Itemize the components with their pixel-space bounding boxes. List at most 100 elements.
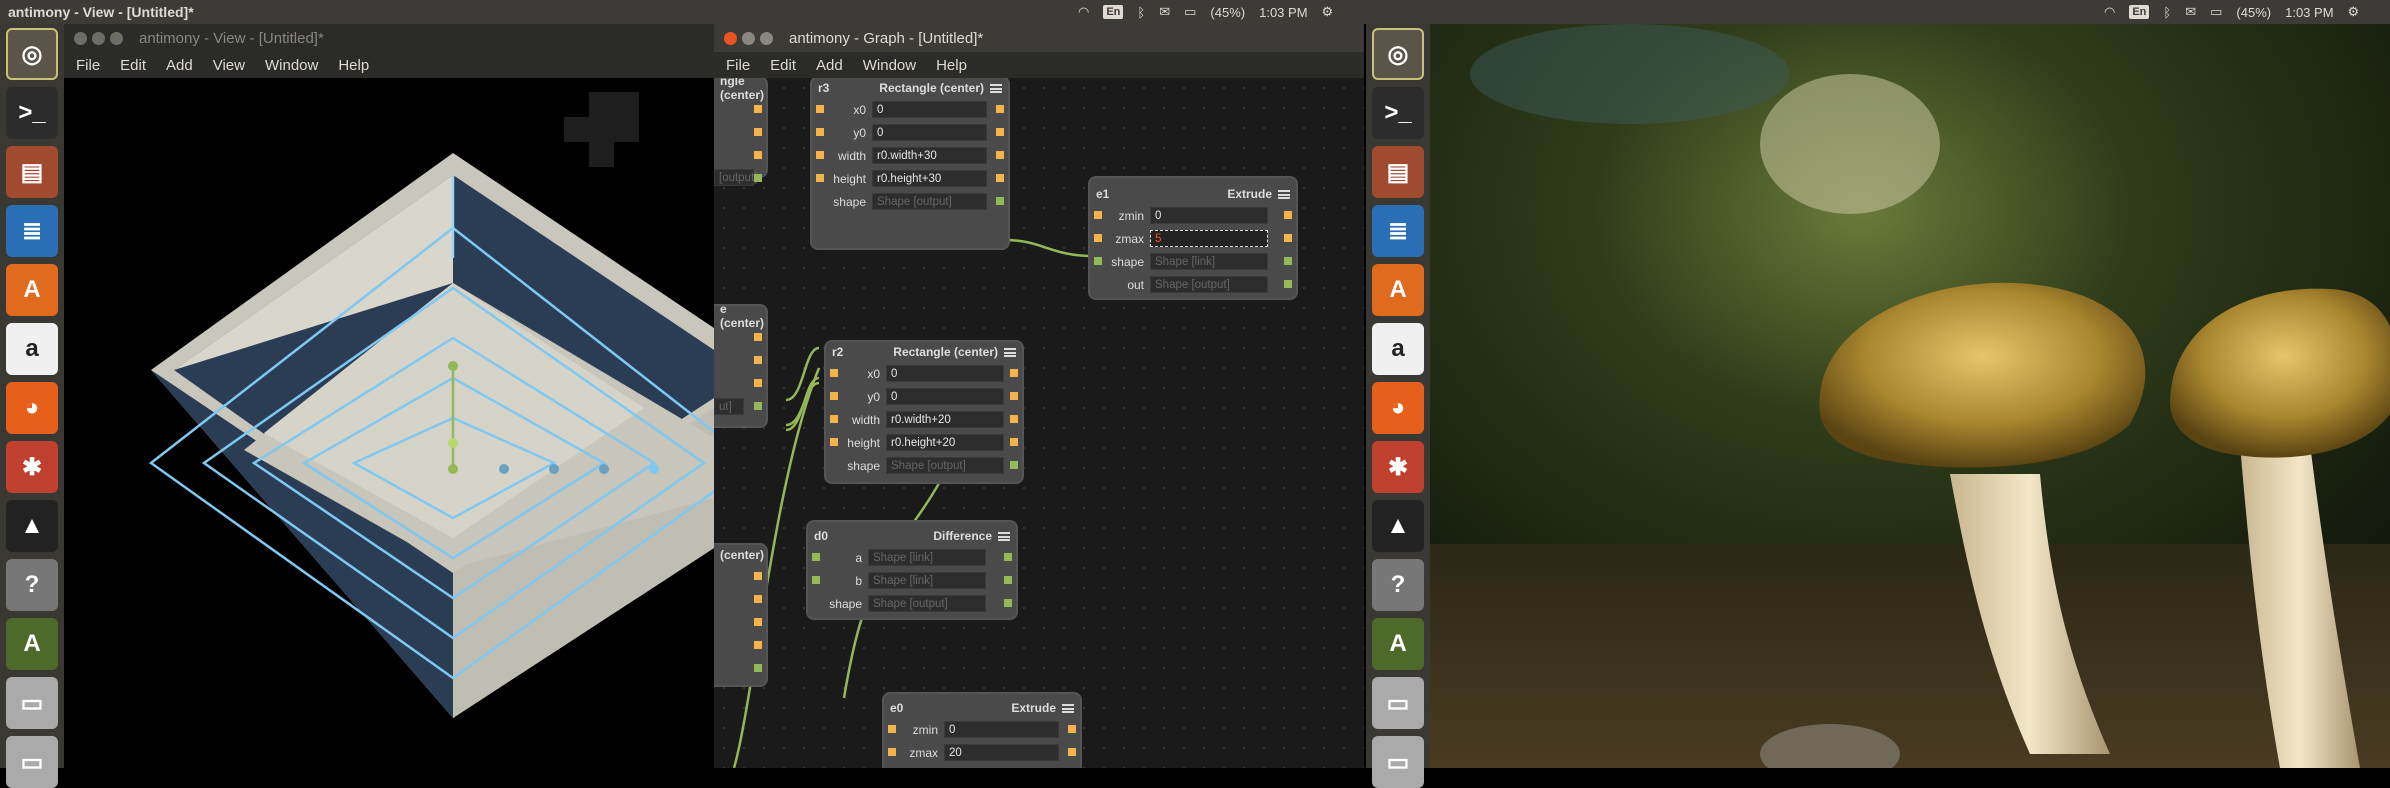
bluetooth-icon[interactable]: ᛒ: [2163, 5, 2171, 20]
antimony-icon[interactable]: A: [1372, 618, 1424, 670]
shape-input-pin[interactable]: [1094, 257, 1102, 265]
help-icon[interactable]: ?: [6, 559, 58, 611]
shape-input-pin[interactable]: [812, 553, 820, 561]
bluetooth-icon[interactable]: ᛒ: [1137, 5, 1145, 20]
node-e1-extrude[interactable]: e1 Extrude zmin 0 zmax 5 shape Shape [link] …: [1090, 178, 1296, 298]
shape-output-pin[interactable]: [1004, 599, 1012, 607]
node-partial-rect-c[interactable]: (center): [714, 545, 766, 685]
menu-file[interactable]: File: [76, 57, 100, 74]
node-menu-icon[interactable]: [1062, 703, 1074, 713]
input-pin[interactable]: [830, 369, 838, 377]
node-r3-rectangle[interactable]: r3 Rectangle (center) x0 0 y0 0 width r0.wid…: [812, 78, 1008, 248]
shape-output-pin[interactable]: [754, 402, 762, 410]
output-pin[interactable]: [1010, 392, 1018, 400]
output-pin[interactable]: [754, 595, 762, 603]
maximize-icon[interactable]: [110, 31, 123, 45]
shape-output-pin[interactable]: [1284, 257, 1292, 265]
view-axis-cube-icon[interactable]: [564, 92, 639, 167]
ubuntu-dash-icon[interactable]: ◎: [6, 28, 58, 80]
output-pin[interactable]: [1010, 415, 1018, 423]
gear-icon[interactable]: ⚙: [2348, 4, 2360, 20]
output-pin[interactable]: [1010, 369, 1018, 377]
menu-view[interactable]: View: [213, 57, 245, 74]
shape-output-pin[interactable]: [1004, 553, 1012, 561]
writer-icon[interactable]: ≣: [1372, 205, 1424, 257]
terminal-icon[interactable]: >_: [6, 87, 58, 139]
amazon-icon[interactable]: a: [1372, 323, 1424, 375]
input-pin[interactable]: [816, 174, 824, 182]
shape-output-pin[interactable]: [1004, 576, 1012, 584]
writer-icon[interactable]: ≣: [6, 205, 58, 257]
output-pin[interactable]: [1010, 438, 1018, 446]
wifi-icon[interactable]: ◠: [2104, 4, 2115, 20]
input-pin[interactable]: [1094, 234, 1102, 242]
shape-output-pin[interactable]: [1284, 280, 1292, 288]
firefox-icon[interactable]: ◕: [1372, 382, 1424, 434]
output-pin[interactable]: [996, 151, 1004, 159]
firefox-icon[interactable]: ◕: [6, 382, 58, 434]
software-center-icon[interactable]: A: [6, 264, 58, 316]
battery-percentage[interactable]: (45%): [2236, 5, 2271, 20]
node-menu-icon[interactable]: [998, 531, 1010, 541]
input-pin[interactable]: [888, 725, 896, 733]
node-graph-canvas[interactable]: ngle (center) [output] r3 Rectangle (cent…: [714, 78, 1364, 768]
input-pin[interactable]: [1094, 211, 1102, 219]
input-pin[interactable]: [830, 415, 838, 423]
terminal-icon[interactable]: >_: [1372, 87, 1424, 139]
inkscape-icon[interactable]: ▲: [1372, 500, 1424, 552]
drive-icon[interactable]: ▭: [6, 677, 58, 729]
inkscape-icon[interactable]: ▲: [6, 500, 58, 552]
menu-window[interactable]: Window: [863, 57, 916, 74]
settings-icon[interactable]: ✱: [1372, 441, 1424, 493]
antimony-icon[interactable]: A: [6, 618, 58, 670]
keyboard-layout-indicator[interactable]: En: [1103, 5, 1124, 19]
width-field[interactable]: r0.width+20: [886, 411, 1004, 428]
menu-help[interactable]: Help: [338, 57, 369, 74]
battery-icon[interactable]: ▭: [1184, 4, 1196, 20]
input-pin[interactable]: [816, 151, 824, 159]
input-pin[interactable]: [830, 438, 838, 446]
help-icon[interactable]: ?: [1372, 559, 1424, 611]
view-window-titlebar[interactable]: antimony - View - [Untitled]*: [64, 24, 714, 52]
shape-output-pin[interactable]: [1010, 461, 1018, 469]
close-icon[interactable]: [724, 31, 737, 45]
node-partial-rect-b[interactable]: e (center) ut]: [714, 302, 766, 426]
input-pin[interactable]: [888, 748, 896, 756]
zmin-field[interactable]: 0: [1150, 207, 1268, 224]
files-icon[interactable]: ▤: [6, 146, 58, 198]
settings-icon[interactable]: ✱: [6, 441, 58, 493]
wifi-icon[interactable]: ◠: [1078, 4, 1089, 20]
shape-output-pin[interactable]: [754, 174, 762, 182]
x0-field[interactable]: 0: [886, 365, 1004, 382]
menu-help[interactable]: Help: [936, 57, 967, 74]
output-pin[interactable]: [996, 128, 1004, 136]
node-menu-icon[interactable]: [1004, 347, 1016, 357]
output-pin[interactable]: [1284, 211, 1292, 219]
output-pin[interactable]: [754, 641, 762, 649]
width-field[interactable]: r0.width+30: [872, 147, 987, 164]
output-pin[interactable]: [754, 105, 762, 113]
output-pin[interactable]: [754, 379, 762, 387]
output-pin[interactable]: [754, 356, 762, 364]
menu-add[interactable]: Add: [166, 57, 193, 74]
input-pin[interactable]: [816, 128, 824, 136]
clock[interactable]: 1:03 PM: [1259, 5, 1307, 20]
output-pin[interactable]: [1068, 748, 1076, 756]
output-pin[interactable]: [996, 174, 1004, 182]
output-pin[interactable]: [754, 618, 762, 626]
gear-icon[interactable]: ⚙: [1322, 4, 1334, 20]
amazon-icon[interactable]: a: [6, 323, 58, 375]
output-pin[interactable]: [754, 151, 762, 159]
shape-output-pin[interactable]: [996, 197, 1004, 205]
battery-percentage[interactable]: (45%): [1210, 5, 1245, 20]
output-pin[interactable]: [1284, 234, 1292, 242]
ubuntu-dash-icon[interactable]: ◎: [1372, 28, 1424, 80]
maximize-icon[interactable]: [760, 31, 773, 45]
keyboard-layout-indicator[interactable]: En: [2129, 5, 2150, 19]
node-menu-icon[interactable]: [990, 83, 1002, 93]
3d-viewport[interactable]: [64, 78, 714, 768]
y0-field[interactable]: 0: [886, 388, 1004, 405]
node-partial-rect-a[interactable]: ngle (center) [output]: [714, 78, 766, 186]
shape-input-pin[interactable]: [812, 576, 820, 584]
node-menu-icon[interactable]: [1278, 189, 1290, 199]
